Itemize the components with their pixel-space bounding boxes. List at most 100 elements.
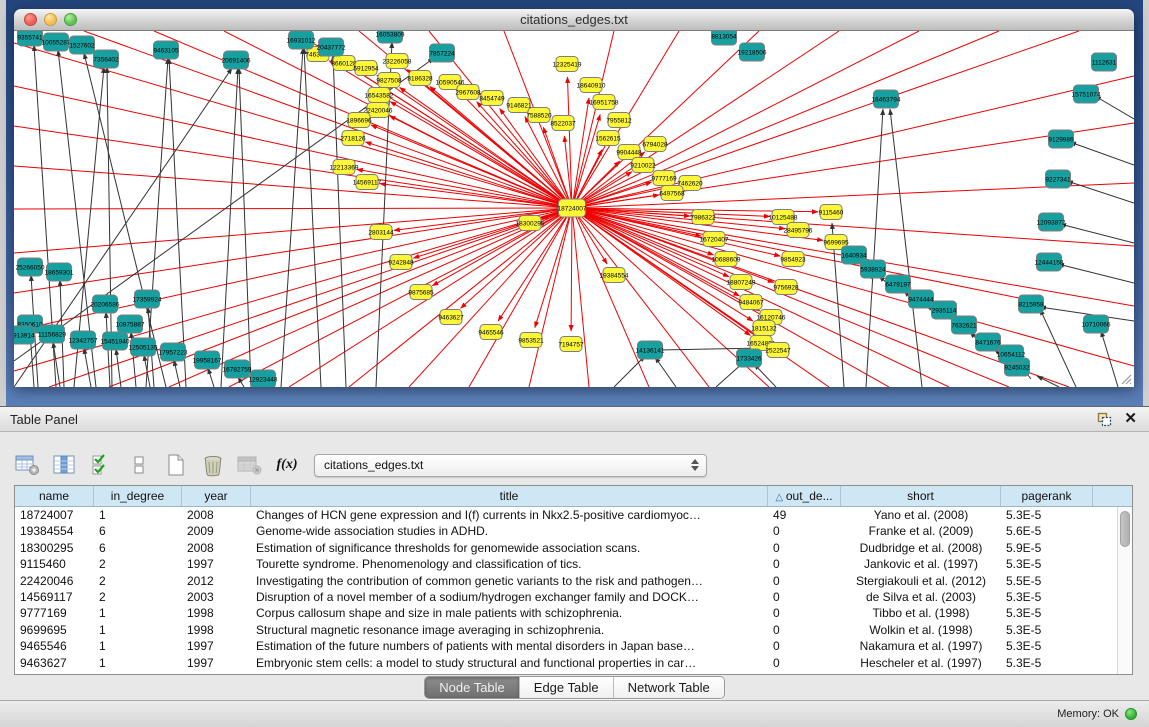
graph-node[interactable]: 9854923 <box>780 252 806 267</box>
graph-node[interactable]: 10654112 <box>997 345 1026 363</box>
graph-node[interactable]: 8215958 <box>1018 295 1044 313</box>
graph-node[interactable]: 18724007 <box>558 199 587 217</box>
tab-edge-table[interactable]: Edge Table <box>520 677 614 698</box>
close-panel-icon[interactable]: ✕ <box>1124 410 1137 428</box>
graph-node[interactable]: 7857224 <box>429 44 455 62</box>
graph-node[interactable]: 9853521 <box>518 333 544 348</box>
graph-node[interactable]: 20206586 <box>91 295 120 313</box>
graph-node[interactable]: 7632621 <box>951 316 977 334</box>
graph-node[interactable]: 5938924 <box>860 260 886 278</box>
zoom-window-button[interactable] <box>64 13 77 26</box>
graph-node[interactable]: 16720407 <box>700 232 729 247</box>
graph-node[interactable]: 9210022 <box>630 158 656 173</box>
graph-node[interactable]: 16782759 <box>223 360 252 378</box>
graph-node[interactable]: 1562615 <box>595 131 621 146</box>
graph-node[interactable]: 16463794 <box>872 90 901 108</box>
network-graph[interactable]: 1872400774638228660128591295423226058982… <box>14 31 1134 387</box>
graph-node[interactable]: 19958167 <box>193 351 222 369</box>
graph-node[interactable]: 8522037 <box>550 116 576 131</box>
table-row[interactable]: 977716911998Corpus callosum shape and si… <box>15 605 1132 621</box>
table-row[interactable]: 911546021997Tourette syndrome. Phenomeno… <box>15 556 1132 572</box>
graph-node[interactable]: 11156829 <box>38 325 66 343</box>
graph-node[interactable]: 5912954 <box>353 61 379 76</box>
graph-node[interactable]: 10975887 <box>116 315 145 333</box>
graph-node[interactable]: 8813054 <box>711 31 737 45</box>
graph-node[interactable]: 18300295 <box>516 216 545 231</box>
close-window-button[interactable] <box>24 13 37 26</box>
select-column-icon[interactable] <box>51 452 79 478</box>
graph-node[interactable]: 9827508 <box>376 73 402 88</box>
column-header-in_degree[interactable]: in_degree <box>94 486 182 506</box>
graph-node[interactable]: 9115460 <box>819 205 844 220</box>
rows-icon[interactable] <box>125 452 153 478</box>
graph-node[interactable]: 12444158 <box>1035 253 1064 271</box>
minimize-window-button[interactable] <box>44 13 57 26</box>
graph-node[interactable]: 9242848 <box>388 255 414 270</box>
graph-node[interactable]: 3913914 <box>14 326 35 344</box>
graph-node[interactable]: 15451940 <box>101 332 130 350</box>
graph-node[interactable]: 2718126 <box>340 131 366 146</box>
graph-node[interactable]: 1527602 <box>69 36 95 54</box>
scrollbar-thumb[interactable] <box>1120 511 1130 547</box>
graph-node[interactable]: 6479197 <box>885 275 911 293</box>
graph-node[interactable]: 18807249 <box>727 275 756 290</box>
network-view-window[interactable]: citations_edges.txt 18724007746382286601… <box>14 9 1134 387</box>
graph-node[interactable]: 18659301 <box>45 263 74 281</box>
table-row[interactable]: 1872400712008Changes of HCN gene express… <box>15 507 1132 523</box>
column-header-out_degree[interactable]: △ out_de... <box>768 486 841 506</box>
graph-node[interactable]: 17957223 <box>159 343 188 361</box>
graph-node[interactable]: 2803144 <box>368 225 394 240</box>
table-source-select[interactable]: citations_edges.txt <box>314 454 707 477</box>
graph-node[interactable]: 9875685 <box>408 285 434 300</box>
graph-node[interactable]: 12505135 <box>129 338 158 356</box>
graph-node[interactable]: 18640910 <box>577 78 606 93</box>
graph-node[interactable]: 6794028 <box>642 137 668 152</box>
graph-node[interactable]: 19218506 <box>738 43 767 61</box>
graph-node[interactable]: 7588520 <box>526 108 552 123</box>
graph-node[interactable]: 9756928 <box>773 280 799 295</box>
graph-node[interactable]: 2967608 <box>455 85 481 100</box>
window-resize-grip[interactable] <box>1118 371 1132 385</box>
graph-node[interactable]: 16951758 <box>590 95 619 110</box>
graph-node[interactable]: 2522547 <box>765 343 791 358</box>
graph-node[interactable]: 16053809 <box>376 31 405 43</box>
graph-node[interactable]: 12093872 <box>1037 213 1066 231</box>
table-row[interactable]: 946362711997Embryonic stem cells: a mode… <box>15 655 1132 671</box>
select-rows-check-icon[interactable] <box>88 452 116 478</box>
graph-node[interactable]: 9465546 <box>478 325 504 340</box>
graph-node[interactable]: 20691406 <box>222 51 251 69</box>
graph-node[interactable]: 9777169 <box>651 171 677 186</box>
graph-node[interactable]: 9474444 <box>908 290 934 308</box>
graph-node[interactable]: 12342757 <box>69 331 98 349</box>
graph-node[interactable]: 7194757 <box>558 337 584 352</box>
graph-node[interactable]: 9129986 <box>1048 130 1074 148</box>
graph-node[interactable]: 14136141 <box>636 341 665 359</box>
tab-network-table[interactable]: Network Table <box>614 677 724 698</box>
graph-node[interactable]: 7356402 <box>93 50 119 68</box>
column-header-short[interactable]: short <box>841 486 1001 506</box>
table-row[interactable]: 969969511998Structural magnetic resonanc… <box>15 622 1132 638</box>
graph-node[interactable]: 15751074 <box>1072 85 1101 103</box>
graph-node[interactable]: 9463627 <box>438 310 464 325</box>
graph-node[interactable]: 9355741 <box>17 31 43 46</box>
graph-node[interactable]: 7955812 <box>606 113 632 128</box>
tab-node-table[interactable]: Node Table <box>425 677 520 698</box>
trash-icon[interactable] <box>199 452 227 478</box>
float-panel-icon[interactable] <box>1097 412 1112 427</box>
table-row[interactable]: 1456911722003Disruption of a novel membe… <box>15 589 1132 605</box>
column-header-year[interactable]: year <box>182 486 251 506</box>
graph-node[interactable]: 19384554 <box>600 268 629 283</box>
graph-node[interactable]: 9463105 <box>153 41 179 59</box>
table-row[interactable]: 1830029562008Estimation of significance … <box>15 540 1132 556</box>
network-canvas[interactable]: 1872400774638228660128591295423226058982… <box>14 31 1134 387</box>
table-row[interactable]: 2242004622012Investigating the contribut… <box>15 573 1132 589</box>
function-builder-icon[interactable]: f(x) <box>273 452 301 478</box>
graph-node[interactable]: 14569117 <box>353 175 382 190</box>
graph-node[interactable]: 1896696 <box>346 113 372 128</box>
table-row[interactable]: 946554611997Estimation of the future num… <box>15 638 1132 654</box>
graph-node[interactable]: 6497568 <box>659 186 685 201</box>
graph-node[interactable]: 8454749 <box>479 91 505 106</box>
graph-node[interactable]: 25266050 <box>16 258 45 276</box>
graph-node[interactable]: 20437772 <box>317 38 346 56</box>
graph-node[interactable]: 1733426 <box>736 349 762 367</box>
